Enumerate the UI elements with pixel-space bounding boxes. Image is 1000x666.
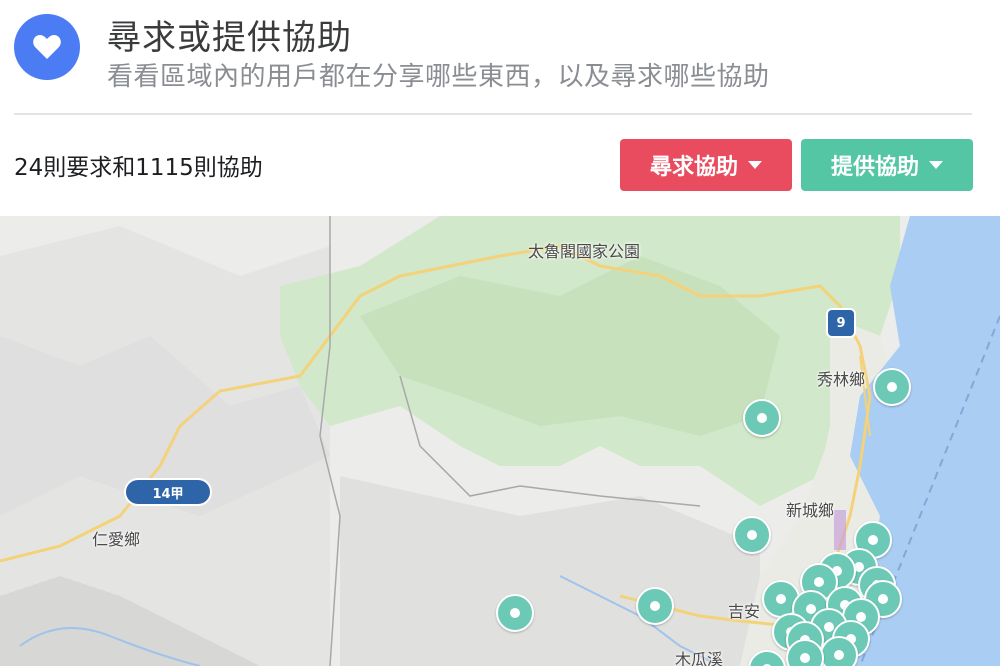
request-help-label: 尋求協助 [649, 155, 738, 180]
map-label-xiulin: 秀林鄉 [817, 370, 866, 389]
map-label-jian: 吉安 [728, 602, 761, 621]
map-pin-icon[interactable] [496, 594, 534, 632]
offer-help-button[interactable]: 提供協助 [801, 139, 973, 191]
map-label-park: 太魯閣國家公園 [528, 242, 641, 261]
page-subtitle: 看看區域內的用戶都在分享哪些東西，以及尋求哪些協助 [107, 62, 770, 92]
map-pin-icon[interactable] [873, 368, 911, 406]
map-pin-icon[interactable] [743, 399, 781, 437]
offer-help-label: 提供協助 [830, 155, 919, 180]
route-9-shield: 9 [826, 308, 856, 338]
divider [14, 113, 972, 115]
heart-icon [14, 14, 80, 80]
help-card-header: 尋求或提供協助 看看區域內的用戶都在分享哪些東西，以及尋求哪些協助 24則要求和… [0, 0, 1000, 216]
route-14a-shield: 14甲 [124, 478, 212, 506]
request-summary: 24則要求和1115則協助 [14, 155, 263, 181]
map-pin-icon[interactable] [733, 516, 771, 554]
map-pin-icon[interactable] [820, 636, 858, 666]
chevron-down-icon [748, 161, 762, 169]
request-help-button[interactable]: 尋求協助 [620, 139, 792, 191]
map-label-river: 木瓜溪 [675, 650, 724, 666]
map-label-xincheng: 新城鄉 [786, 501, 835, 520]
map-label-renai: 仁愛鄉 [92, 530, 141, 549]
chevron-down-icon [929, 161, 943, 169]
page-title: 尋求或提供協助 [107, 18, 352, 58]
map[interactable]: 太魯閣國家公園 秀林鄉 新城鄉 仁愛鄉 吉安 木瓜溪 9 14甲 [0, 216, 1000, 666]
map-pin-icon[interactable] [636, 587, 674, 625]
